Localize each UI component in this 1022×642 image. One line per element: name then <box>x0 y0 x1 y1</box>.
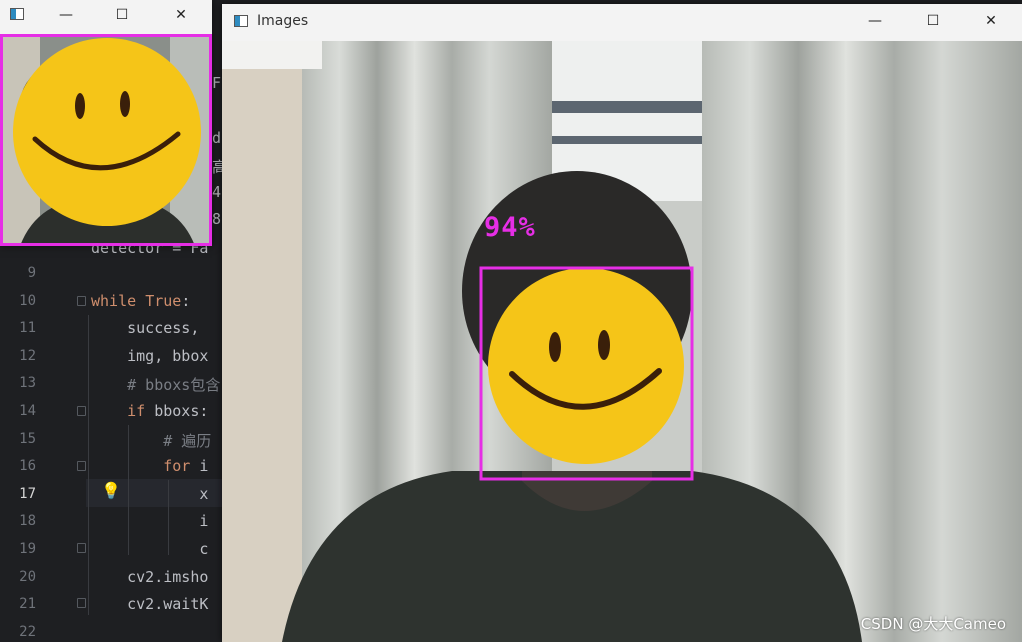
webcam-preview <box>0 34 212 246</box>
images-window[interactable]: Images — ☐ ✕ 94% CSDN @大大Cameo <box>222 4 1022 642</box>
code-token: c <box>91 540 209 558</box>
code-token: : <box>181 291 191 310</box>
title-bar[interactable]: Images — ☐ ✕ <box>222 4 1022 40</box>
maximize-button[interactable]: ☐ <box>99 2 145 28</box>
smiley-face <box>488 268 684 464</box>
code-peek-char: 8 <box>212 210 222 228</box>
code-peek-char: 4 <box>212 183 222 201</box>
code-peek-char: d <box>212 129 222 147</box>
preview-frame <box>0 34 212 246</box>
code-token: True <box>145 291 182 310</box>
code-token: success, <box>91 319 209 338</box>
line-number: 20 <box>19 568 36 585</box>
window-app-icon <box>10 8 24 20</box>
code-line[interactable]: cv2.waitK <box>91 595 208 613</box>
line-number: 19 <box>19 541 36 557</box>
code-line[interactable]: if bboxs: <box>91 402 208 420</box>
close-button[interactable]: ✕ <box>968 8 1014 34</box>
lightbulb-icon[interactable]: 💡 <box>101 481 121 500</box>
line-number: 17 <box>19 485 36 502</box>
code-token: cv2.waitK <box>91 595 209 614</box>
close-button[interactable]: ✕ <box>158 2 204 28</box>
line-number: 22 <box>19 623 36 640</box>
fold-icon[interactable] <box>77 598 86 608</box>
code-token: # 遍历 <box>91 431 212 450</box>
line-number: 15 <box>19 430 36 447</box>
fold-icon[interactable] <box>77 543 86 553</box>
line-number: 9 <box>27 265 36 281</box>
line-number: 21 <box>19 596 36 613</box>
code-token: i <box>91 512 209 531</box>
line-number: 10 <box>19 292 36 309</box>
confidence-label: 94% <box>484 212 536 243</box>
code-line[interactable]: img, bbox <box>91 347 208 365</box>
preview-window[interactable]: — ☐ ✕ <box>0 0 212 246</box>
line-number: 12 <box>19 347 36 364</box>
code-token: if <box>127 402 155 420</box>
code-line[interactable]: while True: <box>91 292 190 310</box>
title-bar[interactable]: — ☐ ✕ <box>0 0 212 30</box>
line-number: 18 <box>19 513 36 530</box>
indent-guide <box>88 315 89 615</box>
line-number: 16 <box>19 458 36 475</box>
code-token: i <box>199 457 209 476</box>
fold-icon[interactable] <box>77 406 86 416</box>
code-line[interactable]: i <box>91 512 208 530</box>
webcam-frame: 94% CSDN @大大Cameo <box>222 41 1022 642</box>
code-token: bboxs: <box>154 402 209 420</box>
minimize-button[interactable]: — <box>852 8 898 34</box>
code-line[interactable]: # 遍历 <box>91 430 211 451</box>
code-token: cv2.imsho <box>91 567 209 586</box>
csdn-watermark: CSDN @大大Cameo <box>860 615 1006 633</box>
maximize-button[interactable]: ☐ <box>910 8 956 34</box>
code-line[interactable]: # bboxs包含 <box>91 374 220 395</box>
code-peek-char: F <box>212 74 222 92</box>
code-line[interactable]: success, <box>91 319 208 337</box>
fold-icon[interactable] <box>77 296 86 306</box>
code-token: # bboxs包含 <box>91 376 221 395</box>
code-token: img, bbox <box>91 346 209 365</box>
code-token: for <box>163 457 200 476</box>
webcam-image <box>222 41 1022 642</box>
code-line[interactable]: for i <box>91 457 208 475</box>
smiley-face <box>13 38 201 226</box>
code-line[interactable]: c <box>91 540 208 558</box>
line-number: 13 <box>19 375 36 392</box>
minimize-button[interactable]: — <box>43 2 89 28</box>
window-title: Images <box>257 13 309 29</box>
window-app-icon <box>234 15 248 27</box>
line-number: 14 <box>19 403 36 419</box>
line-number: 11 <box>19 320 36 337</box>
code-token: while <box>91 291 146 310</box>
code-line[interactable]: cv2.imsho <box>91 568 208 586</box>
fold-icon[interactable] <box>77 461 86 471</box>
